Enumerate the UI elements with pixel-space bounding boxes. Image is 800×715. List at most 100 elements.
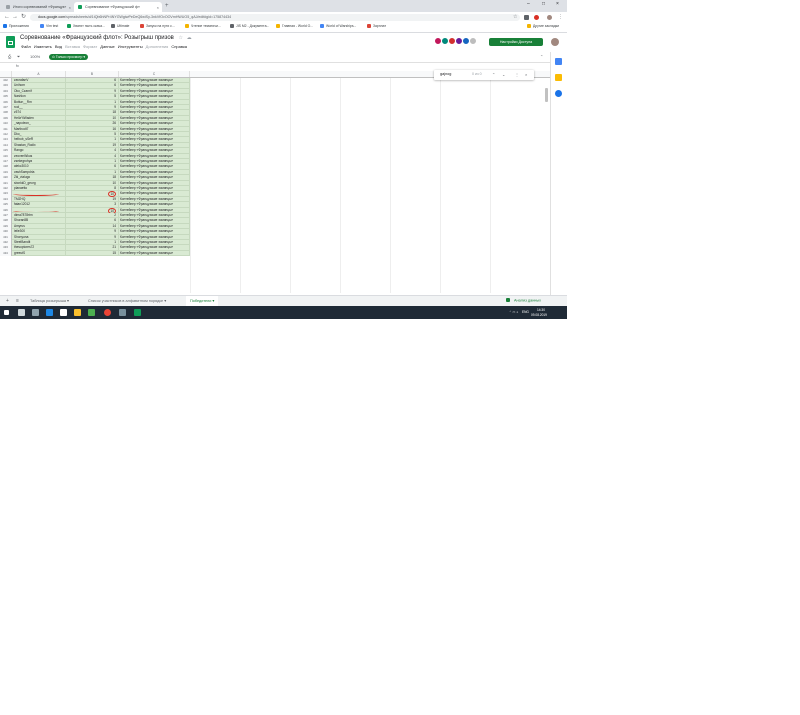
- find-close-icon[interactable]: ×: [525, 72, 527, 77]
- profile-icon[interactable]: [547, 15, 552, 20]
- bookmark-item[interactable]: Vim test: [40, 24, 58, 28]
- cell-count[interactable]: 15: [66, 250, 119, 257]
- bookmark-item[interactable]: Главная - World O...: [276, 24, 313, 28]
- cell-text: 1: [114, 137, 116, 142]
- chrome-icon[interactable]: [104, 309, 111, 316]
- bookmarks-bar: Приложения Vim test Хватит ныть скача...…: [0, 23, 567, 33]
- bookmark-item[interactable]: Хватит ныть скача...: [67, 24, 105, 28]
- reload-icon[interactable]: ↻: [21, 14, 26, 21]
- cell-text: 16: [112, 126, 116, 131]
- clock-date[interactable]: 09.08.2019: [531, 313, 547, 317]
- vertical-scrollbar[interactable]: [545, 88, 548, 102]
- cell-prize[interactable]: Контейнер «Французские эсминцы»: [119, 250, 190, 257]
- column-header-a[interactable]: A: [12, 71, 66, 77]
- cell-nickname[interactable]: greeutS: [12, 250, 66, 257]
- tasks-icon[interactable]: [555, 90, 562, 97]
- red-scribble-annotation: [13, 209, 59, 212]
- menu-format[interactable]: Формат: [83, 44, 97, 49]
- clock-time[interactable]: 14:30: [537, 308, 545, 312]
- column-header-b[interactable]: B: [66, 71, 119, 77]
- screen: Итоги соревнований «Француз» × Соревнова…: [0, 0, 567, 319]
- menu-file[interactable]: Файл: [21, 44, 31, 49]
- find-count: 0 из 0: [472, 72, 482, 76]
- bookmark-item[interactable]: Запуск на пути с...: [140, 24, 175, 28]
- cell-text: sborkkD_georg: [14, 180, 36, 185]
- user-avatar[interactable]: [551, 38, 559, 46]
- explore-button[interactable]: Анализ данных: [506, 298, 541, 303]
- share-button[interactable]: Настройки Доступа: [489, 38, 543, 46]
- app-icon[interactable]: [119, 309, 126, 316]
- sheets-app-icon[interactable]: [134, 309, 141, 316]
- windows-taskbar: ⌃ ▭ ◐ ENG 14:30 09.08.2019: [0, 306, 567, 319]
- browser-tab-1[interactable]: Итоги соревнований «Француз» ×: [2, 2, 74, 12]
- adblock-icon[interactable]: [534, 15, 539, 20]
- sheets-header: Соревнование «Французский флот»: Розыгры…: [0, 33, 567, 51]
- language-indicator[interactable]: ENG: [522, 310, 529, 314]
- find-next-icon[interactable]: ⌄: [502, 72, 505, 77]
- cell-text: HellzYiWaden: [14, 115, 34, 120]
- bookmark-item[interactable]: Зарплат: [367, 24, 386, 28]
- bookmark-item[interactable]: Приложения: [3, 24, 29, 28]
- maximize-icon[interactable]: □: [542, 1, 545, 7]
- mail-icon[interactable]: [32, 309, 39, 316]
- menu-edit[interactable]: Изменить: [34, 44, 52, 49]
- cell-text: Unihorn: [14, 83, 26, 88]
- menu-insert[interactable]: Вставка: [65, 44, 80, 49]
- keep-icon[interactable]: [555, 74, 562, 81]
- view-only-chip[interactable]: ⊙ Только просмотр ▾: [49, 54, 89, 60]
- find-options-icon[interactable]: ⋮: [515, 72, 519, 77]
- tab-title: Соревнование «Французский ф»: [85, 5, 140, 9]
- row-number[interactable]: 434: [0, 250, 12, 257]
- new-tab-icon[interactable]: +: [165, 3, 169, 9]
- app-icon[interactable]: [88, 309, 95, 316]
- menu-addons[interactable]: Дополнения: [146, 44, 169, 49]
- tray-icons[interactable]: ⌃ ▭ ◐: [509, 310, 518, 314]
- minimize-icon[interactable]: –: [527, 1, 530, 7]
- windows-start-icon[interactable]: [4, 310, 9, 315]
- close-tab-icon[interactable]: ×: [157, 5, 159, 10]
- forward-icon[interactable]: →: [12, 14, 18, 21]
- print-icon[interactable]: ⎙: [8, 54, 11, 59]
- cell-text: 9: [114, 88, 116, 93]
- extension-icon[interactable]: [524, 15, 529, 20]
- more-collaborators[interactable]: [469, 37, 477, 45]
- calendar-icon[interactable]: [555, 58, 562, 65]
- column-header-c[interactable]: C: [119, 71, 190, 77]
- address-bar[interactable]: docs.google.com/spreadsheets/d/1tQb6hNPr…: [30, 14, 520, 21]
- menu-help[interactable]: Справка: [171, 44, 187, 49]
- task-view-icon[interactable]: [18, 309, 25, 316]
- app-icon[interactable]: [60, 309, 67, 316]
- app-icon[interactable]: [46, 309, 53, 316]
- select-all-corner[interactable]: [0, 71, 12, 77]
- zoom-select[interactable]: 100%: [30, 54, 40, 59]
- sheets-logo-icon[interactable]: [6, 36, 15, 48]
- find-prev-icon[interactable]: ⌃: [492, 72, 495, 77]
- find-input[interactable]: gajnog: [440, 72, 451, 76]
- back-icon[interactable]: ←: [4, 14, 10, 21]
- menu-dots-icon[interactable]: ⋮: [558, 14, 563, 21]
- cell-text: 15: [112, 250, 116, 255]
- collapse-icon[interactable]: ⌃: [540, 54, 543, 59]
- file-explorer-icon[interactable]: [74, 309, 81, 316]
- bookmark-label: Запуск на пути с...: [146, 24, 175, 28]
- bookmark-item[interactable]: JIS M2 - Документа...: [230, 24, 269, 28]
- filter-icon[interactable]: ⏷: [17, 54, 20, 59]
- cell-text: Oko_Czarnif: [14, 88, 32, 93]
- bookmark-item[interactable]: World of Warships...: [320, 24, 356, 28]
- bookmark-label: Приложения: [9, 24, 29, 28]
- star-icon[interactable]: ☆: [179, 35, 183, 41]
- cell-text: 1: [114, 159, 116, 163]
- browser-tab-2[interactable]: Соревнование «Французский ф» ×: [74, 2, 162, 12]
- cell-text: zavrafanV: [14, 78, 29, 82]
- other-bookmarks[interactable]: Другие закладки: [527, 24, 559, 28]
- bookmark-item[interactable]: Ultimate: [111, 24, 129, 28]
- menu-tools[interactable]: Инструменты: [118, 44, 143, 49]
- bookmark-item[interactable]: Чтение тематичи...: [185, 24, 221, 28]
- menu-data[interactable]: Данные: [100, 44, 114, 49]
- spreadsheet-grid[interactable]: 402 zavrafanV 6 Контейнер «Французские эсми…: [0, 78, 548, 293]
- menu-view[interactable]: Вид: [55, 44, 62, 49]
- close-window-icon[interactable]: ×: [556, 1, 559, 7]
- cell-text: 5: [114, 132, 116, 136]
- bookmark-star-icon[interactable]: ☆: [513, 14, 517, 21]
- close-tab-icon[interactable]: ×: [69, 5, 71, 10]
